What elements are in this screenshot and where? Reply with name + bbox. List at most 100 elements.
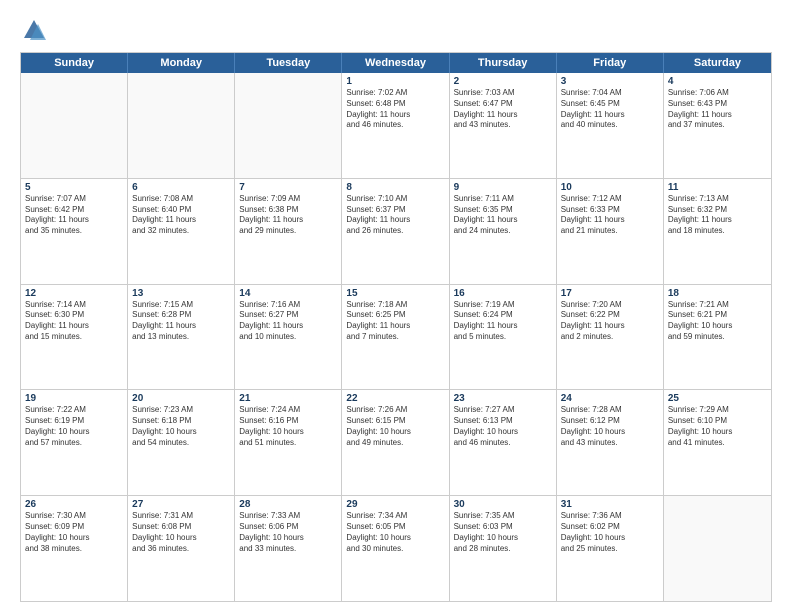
cal-cell-day-10: 10Sunrise: 7:12 AM Sunset: 6:33 PM Dayli…: [557, 179, 664, 284]
day-number: 27: [132, 499, 230, 510]
cal-week-1: 5Sunrise: 7:07 AM Sunset: 6:42 PM Daylig…: [21, 179, 771, 285]
day-info: Sunrise: 7:27 AM Sunset: 6:13 PM Dayligh…: [454, 405, 552, 448]
calendar-body: 1Sunrise: 7:02 AM Sunset: 6:48 PM Daylig…: [21, 73, 771, 601]
cal-cell-day-5: 5Sunrise: 7:07 AM Sunset: 6:42 PM Daylig…: [21, 179, 128, 284]
day-info: Sunrise: 7:34 AM Sunset: 6:05 PM Dayligh…: [346, 511, 444, 554]
cal-cell-day-20: 20Sunrise: 7:23 AM Sunset: 6:18 PM Dayli…: [128, 390, 235, 495]
cal-cell-day-4: 4Sunrise: 7:06 AM Sunset: 6:43 PM Daylig…: [664, 73, 771, 178]
calendar-header: Sunday Monday Tuesday Wednesday Thursday…: [21, 53, 771, 73]
day-number: 22: [346, 393, 444, 404]
cal-week-2: 12Sunrise: 7:14 AM Sunset: 6:30 PM Dayli…: [21, 285, 771, 391]
cal-cell-day-18: 18Sunrise: 7:21 AM Sunset: 6:21 PM Dayli…: [664, 285, 771, 390]
day-info: Sunrise: 7:29 AM Sunset: 6:10 PM Dayligh…: [668, 405, 767, 448]
cal-cell-day-31: 31Sunrise: 7:36 AM Sunset: 6:02 PM Dayli…: [557, 496, 664, 601]
day-number: 23: [454, 393, 552, 404]
day-info: Sunrise: 7:23 AM Sunset: 6:18 PM Dayligh…: [132, 405, 230, 448]
day-number: 11: [668, 182, 767, 193]
day-info: Sunrise: 7:20 AM Sunset: 6:22 PM Dayligh…: [561, 300, 659, 343]
cal-cell-day-1: 1Sunrise: 7:02 AM Sunset: 6:48 PM Daylig…: [342, 73, 449, 178]
day-info: Sunrise: 7:33 AM Sunset: 6:06 PM Dayligh…: [239, 511, 337, 554]
cal-cell-day-30: 30Sunrise: 7:35 AM Sunset: 6:03 PM Dayli…: [450, 496, 557, 601]
day-number: 1: [346, 76, 444, 87]
day-number: 26: [25, 499, 123, 510]
day-info: Sunrise: 7:36 AM Sunset: 6:02 PM Dayligh…: [561, 511, 659, 554]
day-info: Sunrise: 7:24 AM Sunset: 6:16 PM Dayligh…: [239, 405, 337, 448]
day-info: Sunrise: 7:10 AM Sunset: 6:37 PM Dayligh…: [346, 194, 444, 237]
cal-cell-day-15: 15Sunrise: 7:18 AM Sunset: 6:25 PM Dayli…: [342, 285, 449, 390]
day-info: Sunrise: 7:12 AM Sunset: 6:33 PM Dayligh…: [561, 194, 659, 237]
cal-week-0: 1Sunrise: 7:02 AM Sunset: 6:48 PM Daylig…: [21, 73, 771, 179]
day-info: Sunrise: 7:21 AM Sunset: 6:21 PM Dayligh…: [668, 300, 767, 343]
day-number: 20: [132, 393, 230, 404]
cal-cell-day-25: 25Sunrise: 7:29 AM Sunset: 6:10 PM Dayli…: [664, 390, 771, 495]
day-number: 6: [132, 182, 230, 193]
day-number: 19: [25, 393, 123, 404]
day-number: 31: [561, 499, 659, 510]
day-info: Sunrise: 7:06 AM Sunset: 6:43 PM Dayligh…: [668, 88, 767, 131]
day-number: 25: [668, 393, 767, 404]
day-info: Sunrise: 7:07 AM Sunset: 6:42 PM Dayligh…: [25, 194, 123, 237]
header-wednesday: Wednesday: [342, 53, 449, 73]
header-friday: Friday: [557, 53, 664, 73]
cal-cell-empty: [664, 496, 771, 601]
cal-cell-day-6: 6Sunrise: 7:08 AM Sunset: 6:40 PM Daylig…: [128, 179, 235, 284]
cal-cell-day-7: 7Sunrise: 7:09 AM Sunset: 6:38 PM Daylig…: [235, 179, 342, 284]
cal-cell-day-19: 19Sunrise: 7:22 AM Sunset: 6:19 PM Dayli…: [21, 390, 128, 495]
day-number: 8: [346, 182, 444, 193]
header-thursday: Thursday: [450, 53, 557, 73]
day-info: Sunrise: 7:19 AM Sunset: 6:24 PM Dayligh…: [454, 300, 552, 343]
day-number: 29: [346, 499, 444, 510]
day-info: Sunrise: 7:04 AM Sunset: 6:45 PM Dayligh…: [561, 88, 659, 131]
cal-cell-day-14: 14Sunrise: 7:16 AM Sunset: 6:27 PM Dayli…: [235, 285, 342, 390]
day-info: Sunrise: 7:14 AM Sunset: 6:30 PM Dayligh…: [25, 300, 123, 343]
day-number: 12: [25, 288, 123, 299]
cal-cell-day-22: 22Sunrise: 7:26 AM Sunset: 6:15 PM Dayli…: [342, 390, 449, 495]
day-info: Sunrise: 7:26 AM Sunset: 6:15 PM Dayligh…: [346, 405, 444, 448]
cal-week-4: 26Sunrise: 7:30 AM Sunset: 6:09 PM Dayli…: [21, 496, 771, 601]
day-number: 18: [668, 288, 767, 299]
header: [20, 16, 772, 44]
header-sunday: Sunday: [21, 53, 128, 73]
cal-cell-empty: [128, 73, 235, 178]
day-info: Sunrise: 7:09 AM Sunset: 6:38 PM Dayligh…: [239, 194, 337, 237]
cal-cell-day-29: 29Sunrise: 7:34 AM Sunset: 6:05 PM Dayli…: [342, 496, 449, 601]
day-info: Sunrise: 7:02 AM Sunset: 6:48 PM Dayligh…: [346, 88, 444, 131]
calendar: Sunday Monday Tuesday Wednesday Thursday…: [20, 52, 772, 602]
cal-cell-day-27: 27Sunrise: 7:31 AM Sunset: 6:08 PM Dayli…: [128, 496, 235, 601]
day-number: 28: [239, 499, 337, 510]
day-info: Sunrise: 7:15 AM Sunset: 6:28 PM Dayligh…: [132, 300, 230, 343]
cal-cell-day-23: 23Sunrise: 7:27 AM Sunset: 6:13 PM Dayli…: [450, 390, 557, 495]
day-number: 17: [561, 288, 659, 299]
header-tuesday: Tuesday: [235, 53, 342, 73]
day-number: 10: [561, 182, 659, 193]
day-number: 5: [25, 182, 123, 193]
cal-cell-day-11: 11Sunrise: 7:13 AM Sunset: 6:32 PM Dayli…: [664, 179, 771, 284]
cal-cell-day-17: 17Sunrise: 7:20 AM Sunset: 6:22 PM Dayli…: [557, 285, 664, 390]
day-number: 9: [454, 182, 552, 193]
day-number: 3: [561, 76, 659, 87]
day-info: Sunrise: 7:08 AM Sunset: 6:40 PM Dayligh…: [132, 194, 230, 237]
logo-icon: [20, 16, 48, 44]
cal-cell-day-28: 28Sunrise: 7:33 AM Sunset: 6:06 PM Dayli…: [235, 496, 342, 601]
day-info: Sunrise: 7:03 AM Sunset: 6:47 PM Dayligh…: [454, 88, 552, 131]
page: Sunday Monday Tuesday Wednesday Thursday…: [0, 0, 792, 612]
cal-cell-day-24: 24Sunrise: 7:28 AM Sunset: 6:12 PM Dayli…: [557, 390, 664, 495]
day-info: Sunrise: 7:13 AM Sunset: 6:32 PM Dayligh…: [668, 194, 767, 237]
logo: [20, 16, 52, 44]
cal-cell-day-26: 26Sunrise: 7:30 AM Sunset: 6:09 PM Dayli…: [21, 496, 128, 601]
cal-cell-empty: [21, 73, 128, 178]
day-number: 2: [454, 76, 552, 87]
cal-cell-day-16: 16Sunrise: 7:19 AM Sunset: 6:24 PM Dayli…: [450, 285, 557, 390]
cal-cell-day-9: 9Sunrise: 7:11 AM Sunset: 6:35 PM Daylig…: [450, 179, 557, 284]
day-number: 24: [561, 393, 659, 404]
cal-cell-day-3: 3Sunrise: 7:04 AM Sunset: 6:45 PM Daylig…: [557, 73, 664, 178]
day-number: 30: [454, 499, 552, 510]
cal-cell-day-2: 2Sunrise: 7:03 AM Sunset: 6:47 PM Daylig…: [450, 73, 557, 178]
day-number: 15: [346, 288, 444, 299]
cal-cell-day-12: 12Sunrise: 7:14 AM Sunset: 6:30 PM Dayli…: [21, 285, 128, 390]
cal-cell-empty: [235, 73, 342, 178]
day-info: Sunrise: 7:11 AM Sunset: 6:35 PM Dayligh…: [454, 194, 552, 237]
cal-cell-day-21: 21Sunrise: 7:24 AM Sunset: 6:16 PM Dayli…: [235, 390, 342, 495]
day-number: 4: [668, 76, 767, 87]
header-saturday: Saturday: [664, 53, 771, 73]
